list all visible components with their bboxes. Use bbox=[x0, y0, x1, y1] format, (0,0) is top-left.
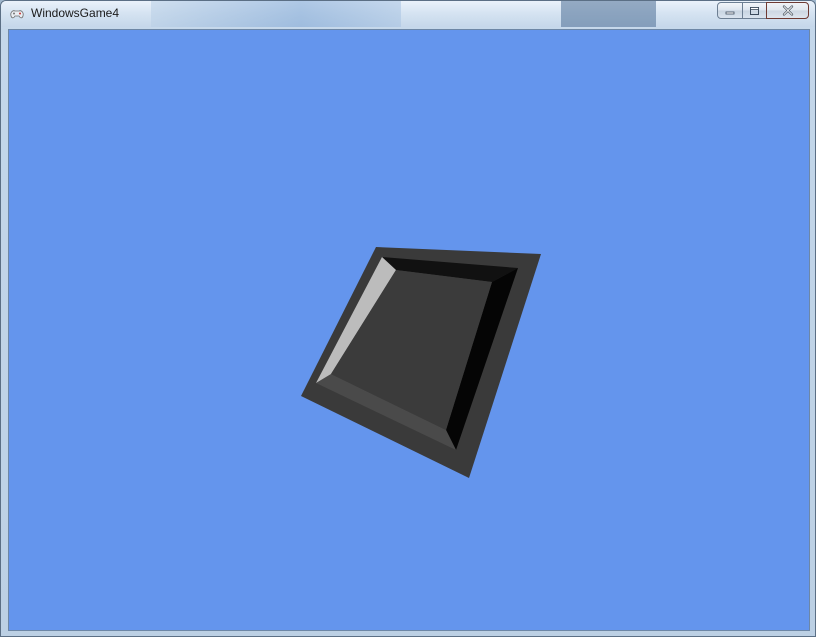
close-icon bbox=[782, 5, 793, 16]
xna-controller-icon bbox=[10, 10, 24, 19]
minimize-icon bbox=[725, 11, 735, 14]
title-bar[interactable]: WindowsGame4 bbox=[1, 1, 815, 27]
caption-buttons bbox=[717, 2, 809, 21]
game-viewport[interactable] bbox=[8, 29, 810, 631]
game-scene bbox=[301, 247, 541, 478]
maximize-button[interactable] bbox=[742, 2, 767, 19]
desktop-background-peek-dark bbox=[561, 1, 656, 27]
desktop-background-peek bbox=[151, 1, 401, 27]
close-button[interactable] bbox=[766, 2, 809, 19]
minimize-button[interactable] bbox=[717, 2, 743, 19]
game-window: WindowsGame4 bbox=[0, 0, 816, 637]
maximize-icon bbox=[750, 6, 759, 15]
window-title: WindowsGame4 bbox=[31, 6, 120, 20]
